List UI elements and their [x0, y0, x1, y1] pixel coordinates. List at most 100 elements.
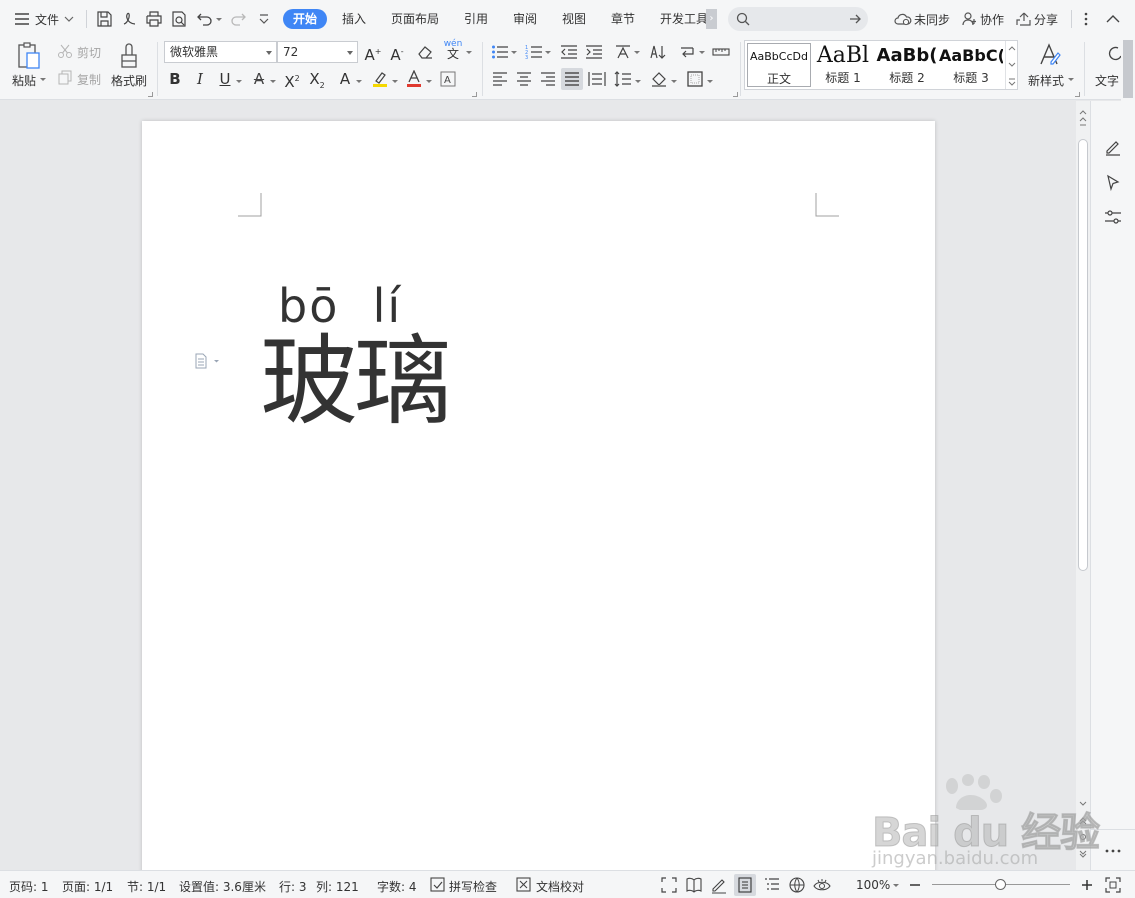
- status-section[interactable]: 节: 1/1: [127, 878, 166, 895]
- group-expand-icon[interactable]: [733, 92, 738, 97]
- paste-icon[interactable]: [14, 41, 44, 71]
- underline-icon[interactable]: U: [214, 68, 236, 90]
- paragraph-handle-icon[interactable]: [195, 353, 219, 369]
- print-icon[interactable]: [144, 9, 164, 29]
- tab-insert[interactable]: 插入: [336, 9, 372, 29]
- font-color-dropdown-icon[interactable]: [426, 80, 432, 83]
- tab-references[interactable]: 引用: [458, 9, 494, 29]
- group-expand-icon[interactable]: [148, 92, 153, 97]
- new-style-dropdown-icon[interactable]: [1068, 78, 1074, 81]
- undo-icon[interactable]: [195, 9, 215, 29]
- font-size-select[interactable]: 72: [277, 41, 358, 63]
- shading-icon[interactable]: [648, 68, 670, 90]
- ribbon-scrollbar[interactable]: [1121, 38, 1135, 101]
- copy-icon[interactable]: [56, 68, 74, 86]
- text-effect-dropdown-icon[interactable]: [356, 80, 362, 83]
- status-row[interactable]: 行: 3: [279, 878, 307, 895]
- tab-view[interactable]: 视图: [556, 9, 592, 29]
- highlight-dropdown-icon[interactable]: [392, 80, 398, 83]
- doc-proof-icon[interactable]: [515, 876, 533, 894]
- more-icon[interactable]: [1103, 846, 1123, 856]
- format-painter-icon[interactable]: [117, 41, 141, 71]
- tab-review[interactable]: 审阅: [507, 9, 543, 29]
- bullet-list-icon[interactable]: [489, 41, 511, 63]
- page-view-active[interactable]: [734, 874, 756, 896]
- text-effect-icon[interactable]: A: [334, 68, 356, 90]
- line-spacing-dropdown-icon[interactable]: [635, 80, 641, 83]
- style-normal[interactable]: AaBbCcDd 正文: [747, 43, 811, 87]
- new-style-label[interactable]: 新样式: [1028, 72, 1064, 89]
- text-direction-icon[interactable]: [612, 41, 634, 63]
- zoom-level[interactable]: 100%: [856, 878, 890, 892]
- align-left-icon[interactable]: [489, 68, 511, 90]
- scissors-icon[interactable]: [56, 42, 74, 60]
- style-heading-2[interactable]: AaBb( 标题 2: [875, 43, 939, 87]
- zoom-slider-handle[interactable]: [995, 879, 1006, 890]
- zoom-dropdown-icon[interactable]: [893, 884, 899, 887]
- pinyin-guide-icon[interactable]: wén 文: [442, 39, 464, 61]
- zoom-out-icon[interactable]: [906, 876, 924, 894]
- copy-label[interactable]: 复制: [77, 71, 101, 88]
- spell-check-icon[interactable]: [429, 876, 447, 894]
- search-box[interactable]: [728, 7, 868, 31]
- styles-scroll[interactable]: [1005, 41, 1017, 89]
- zoom-in-icon[interactable]: [1078, 876, 1096, 894]
- line-spacing-icon[interactable]: [612, 68, 634, 90]
- customize-toolbar-icon[interactable]: [254, 9, 274, 29]
- show-marks-dropdown-icon[interactable]: [699, 51, 705, 54]
- borders-dropdown-icon[interactable]: [707, 80, 713, 83]
- document-text[interactable]: 玻璃: [260, 328, 452, 437]
- sync-status[interactable]: 未同步: [894, 0, 950, 38]
- italic-icon[interactable]: I: [189, 68, 211, 90]
- export-pdf-icon[interactable]: [119, 9, 139, 29]
- print-preview-icon[interactable]: [169, 9, 189, 29]
- write-mode-icon[interactable]: [710, 876, 728, 894]
- tab-page-layout[interactable]: 页面布局: [386, 9, 444, 29]
- superscript-icon[interactable]: X2: [281, 68, 303, 91]
- collapse-ribbon-icon[interactable]: [1104, 10, 1122, 28]
- outline-view-icon[interactable]: [763, 876, 781, 894]
- numbering-dropdown-icon[interactable]: [545, 51, 551, 54]
- sort-icon[interactable]: [647, 41, 669, 63]
- text-tools-label[interactable]: 文字: [1095, 72, 1121, 89]
- shrink-font-icon[interactable]: A-: [386, 41, 408, 64]
- arrow-right-icon[interactable]: [848, 12, 862, 26]
- document-page[interactable]: bō lí 玻璃: [142, 121, 935, 870]
- font-color-icon[interactable]: [403, 68, 425, 90]
- pen-icon[interactable]: [1103, 137, 1123, 157]
- collaborate-button[interactable]: 协作: [962, 0, 1004, 38]
- align-center-icon[interactable]: [513, 68, 535, 90]
- web-view-icon[interactable]: [788, 876, 806, 894]
- increase-indent-icon[interactable]: [583, 41, 605, 63]
- fullscreen-icon[interactable]: [660, 876, 678, 894]
- paste-button[interactable]: 粘贴: [12, 72, 36, 89]
- settings-sliders-icon[interactable]: [1103, 207, 1123, 227]
- status-word-count[interactable]: 字数: 4: [377, 878, 417, 895]
- style-heading-3[interactable]: AaBbC( 标题 3: [939, 43, 1003, 87]
- borders-icon[interactable]: [684, 68, 706, 90]
- subscript-icon[interactable]: X2: [306, 68, 328, 90]
- show-marks-icon[interactable]: [677, 41, 699, 63]
- ruler-icon[interactable]: [710, 41, 732, 63]
- text-direction-dropdown-icon[interactable]: [634, 51, 640, 54]
- bullet-dropdown-icon[interactable]: [511, 51, 517, 54]
- save-icon[interactable]: [94, 9, 114, 29]
- redo-icon[interactable]: [228, 9, 248, 29]
- tab-scroll-right-icon[interactable]: ›: [706, 9, 717, 29]
- share-button[interactable]: 分享: [1016, 0, 1058, 38]
- justify-icon[interactable]: [561, 68, 583, 90]
- scroll-thumb[interactable]: [1078, 139, 1088, 571]
- bold-icon[interactable]: B: [164, 68, 186, 90]
- shading-dropdown-icon[interactable]: [671, 80, 677, 83]
- decrease-indent-icon[interactable]: [558, 41, 580, 63]
- align-right-icon[interactable]: [537, 68, 559, 90]
- highlight-icon[interactable]: [369, 68, 391, 90]
- paste-dropdown-icon[interactable]: [40, 78, 46, 81]
- cut-label[interactable]: 剪切: [77, 44, 101, 61]
- style-heading-1[interactable]: AaBl 标题 1: [811, 43, 875, 87]
- ribbon-scroll-thumb[interactable]: [1123, 40, 1133, 98]
- pinyin-dropdown-icon[interactable]: [466, 51, 472, 54]
- undo-dropdown-icon[interactable]: [216, 18, 222, 21]
- vertical-scrollbar[interactable]: [1076, 101, 1090, 870]
- scroll-up-icon[interactable]: [1076, 105, 1090, 135]
